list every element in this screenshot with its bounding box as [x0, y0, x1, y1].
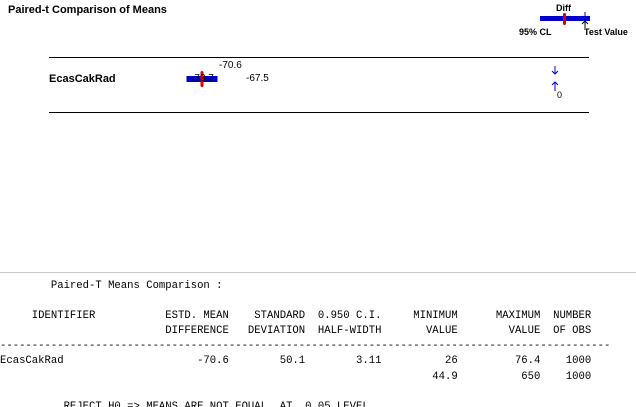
diff-value-label: -70.6 — [219, 60, 242, 71]
output-text-panel: Paired-T Means Comparison : IDENTIFIER E… — [0, 272, 636, 407]
legend-test-value-label: Test Value — [584, 27, 628, 37]
interval-plot: 0 — [186, 66, 562, 100]
chart-title: Paired-t Comparison of Means — [8, 4, 167, 16]
plot-bottom-border — [49, 112, 589, 113]
output-listing: Paired-T Means Comparison : IDENTIFIER E… — [0, 280, 611, 407]
legend-mean-marker — [563, 13, 566, 25]
legend-cl-label: 95% CL — [519, 27, 552, 37]
ci-low-label: -73.7 — [191, 73, 214, 84]
ci-high-label: -67.5 — [246, 73, 269, 84]
test-value-label: 0 — [557, 90, 562, 100]
